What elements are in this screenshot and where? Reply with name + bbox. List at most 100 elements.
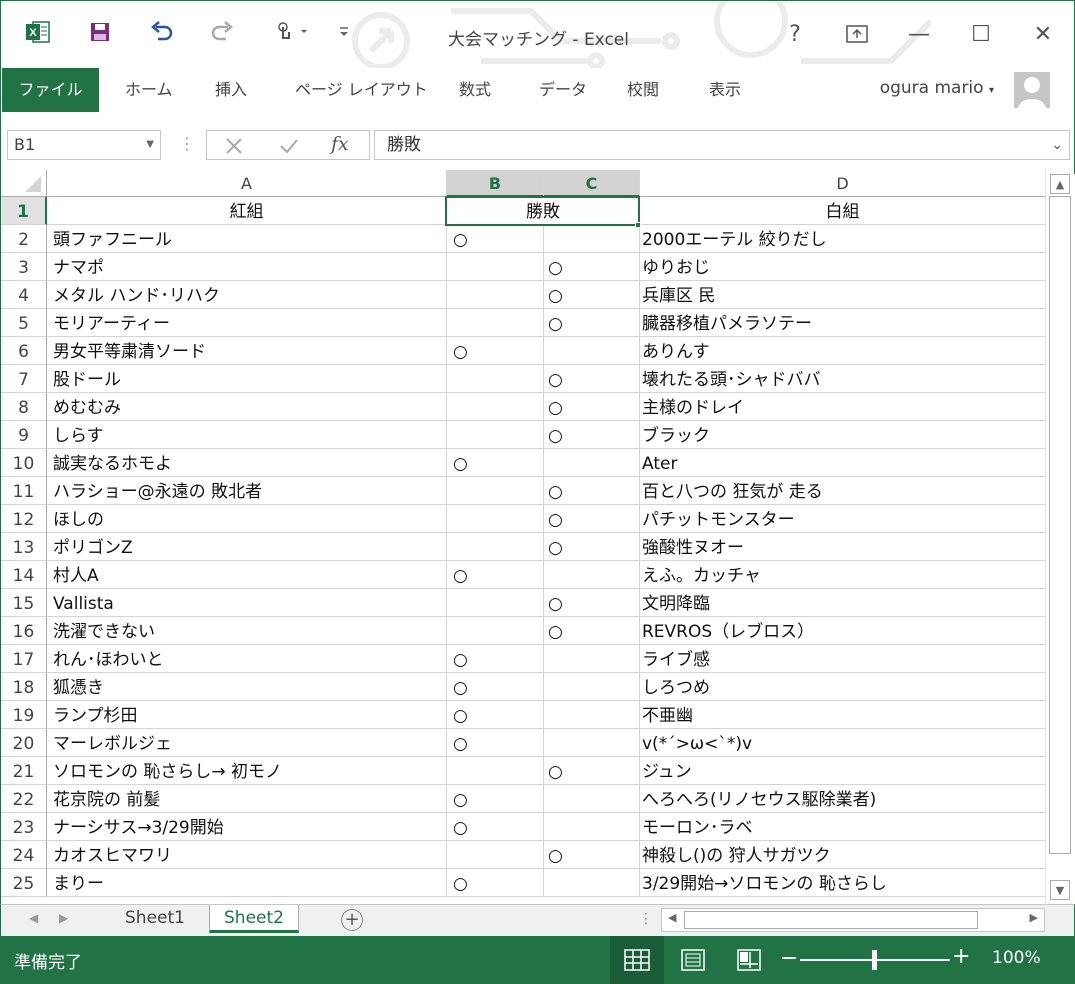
maximize-button[interactable]: ☐ (961, 17, 1001, 51)
row-header[interactable]: 20 (1, 729, 47, 757)
row-header[interactable]: 16 (1, 617, 47, 645)
formula-input[interactable]: 勝敗 ⌄ (374, 130, 1070, 160)
cell-a[interactable]: 洗濯できない (47, 617, 447, 645)
fill-handle[interactable] (635, 222, 641, 228)
cell-b[interactable] (447, 505, 544, 533)
cell-a[interactable]: 誠実なるホモよ (47, 449, 447, 477)
cell-c[interactable] (544, 645, 640, 673)
cell-a[interactable]: れん･ほわいと (47, 645, 447, 673)
cell-c[interactable] (544, 561, 640, 589)
cell-b[interactable] (447, 309, 544, 337)
row-header[interactable]: 17 (1, 645, 47, 673)
select-all-button[interactable] (1, 170, 47, 197)
name-box[interactable]: B1 ▼ (7, 130, 161, 160)
cell-b[interactable]: ○ (447, 785, 544, 813)
cell-d[interactable]: 不亜幽 (640, 701, 1045, 729)
tab-page-layout[interactable]: ページ レイアウト (295, 68, 428, 112)
row-header[interactable]: 11 (1, 477, 47, 505)
column-header-d[interactable]: D (640, 170, 1045, 197)
cell-d[interactable]: 壊れたる頭･シャドババ (640, 365, 1045, 393)
cell-d[interactable]: 文明降臨 (640, 589, 1045, 617)
user-name[interactable]: ogura mario ▾ (880, 78, 994, 98)
formula-bar-grip-icon[interactable]: ⋮ (179, 134, 195, 153)
cell-a[interactable]: ほしの (47, 505, 447, 533)
cell-b[interactable] (447, 281, 544, 309)
cell-c[interactable] (544, 785, 640, 813)
row-header[interactable]: 14 (1, 561, 47, 589)
cell-c[interactable]: ○ (544, 365, 640, 393)
cell-c[interactable] (544, 449, 640, 477)
hscroll-thumb[interactable] (684, 911, 978, 929)
cell-d[interactable]: モーロン･ラベ (640, 813, 1045, 841)
tab-view[interactable]: 表示 (709, 68, 741, 112)
cell-d[interactable]: パチットモンスター (640, 505, 1045, 533)
worksheet-grid[interactable]: A B C D 1 紅組 勝敗 白組 2 頭ファフニール ○ 2000エーテル 絞りだ… (0, 170, 1045, 904)
cell-b[interactable]: ○ (447, 337, 544, 365)
row-header[interactable]: 22 (1, 785, 47, 813)
cell-d[interactable]: へろへろ(リノセウス駆除業者) (640, 785, 1045, 813)
cell-d[interactable]: しろつめ (640, 673, 1045, 701)
scroll-down-icon[interactable]: ▼ (1050, 880, 1070, 900)
cell-c[interactable]: ○ (544, 477, 640, 505)
row-header[interactable]: 18 (1, 673, 47, 701)
minimize-button[interactable]: — (899, 17, 939, 51)
cell-b[interactable]: ○ (447, 449, 544, 477)
cell-a[interactable]: まりー (47, 869, 447, 897)
cell-b[interactable] (447, 617, 544, 645)
cell-c[interactable]: ○ (544, 617, 640, 645)
column-header-a[interactable]: A (47, 170, 447, 197)
page-layout-view-icon[interactable] (666, 936, 720, 984)
prev-sheet-icon[interactable]: ◀ (29, 911, 38, 925)
cell-c[interactable]: ○ (544, 281, 640, 309)
vertical-scrollbar[interactable]: ▲ ▼ (1045, 170, 1073, 904)
cell-a[interactable]: しらす (47, 421, 447, 449)
cell-c[interactable] (544, 673, 640, 701)
cell-b[interactable]: ○ (447, 561, 544, 589)
cell-b[interactable] (447, 477, 544, 505)
row-header[interactable]: 10 (1, 449, 47, 477)
cell-d[interactable]: 臓器移植パメラソテー (640, 309, 1045, 337)
row-header[interactable]: 7 (1, 365, 47, 393)
row-header[interactable]: 21 (1, 757, 47, 785)
cell-b[interactable] (447, 393, 544, 421)
tab-data[interactable]: データ (539, 68, 587, 112)
cell-a[interactable]: ランプ杉田 (47, 701, 447, 729)
scroll-thumb[interactable] (1049, 196, 1071, 854)
cell-b[interactable] (447, 253, 544, 281)
page-break-view-icon[interactable] (722, 936, 776, 984)
row-header[interactable]: 6 (1, 337, 47, 365)
cell-a[interactable]: メタル ハンド･リハク (47, 281, 447, 309)
cell-b[interactable] (447, 589, 544, 617)
column-header-b[interactable]: B (447, 170, 544, 197)
row-header[interactable]: 25 (1, 869, 47, 897)
cell-d[interactable]: 2000エーテル 絞りだし (640, 225, 1045, 253)
cell-d[interactable]: 兵庫区 民 (640, 281, 1045, 309)
help-button[interactable]: ? (775, 17, 815, 51)
cell-a[interactable]: 股ドール (47, 365, 447, 393)
close-button[interactable]: ✕ (1023, 17, 1063, 51)
cell-c[interactable]: ○ (544, 253, 640, 281)
cell-a[interactable]: めむむみ (47, 393, 447, 421)
cell-d[interactable]: ゆりおじ (640, 253, 1045, 281)
cell-d[interactable]: ライブ感 (640, 645, 1045, 673)
cell-a[interactable]: ナマポ (47, 253, 447, 281)
row-header[interactable]: 9 (1, 421, 47, 449)
cell-d[interactable]: 3/29開始→ソロモンの 恥さらし (640, 869, 1045, 897)
row-header[interactable]: 4 (1, 281, 47, 309)
scroll-right-icon[interactable]: ▶ (1030, 911, 1038, 924)
tab-review[interactable]: 校閲 (627, 68, 659, 112)
zoom-slider-thumb[interactable] (872, 950, 877, 970)
cell-c[interactable]: ○ (544, 393, 640, 421)
cell-a[interactable]: モリアーティー (47, 309, 447, 337)
enter-icon[interactable] (279, 137, 299, 155)
row-header[interactable]: 13 (1, 533, 47, 561)
cell-a[interactable]: 狐憑き (47, 673, 447, 701)
cell-c[interactable] (544, 225, 640, 253)
cell-d[interactable]: REVROS（レブロス） (640, 617, 1045, 645)
row-header[interactable]: 5 (1, 309, 47, 337)
cell-c[interactable]: ○ (544, 505, 640, 533)
cell-b[interactable]: ○ (447, 729, 544, 757)
fx-icon[interactable]: fx (331, 133, 349, 155)
cell-d[interactable]: えふ。カッチャ (640, 561, 1045, 589)
cell-d[interactable]: ジュン (640, 757, 1045, 785)
